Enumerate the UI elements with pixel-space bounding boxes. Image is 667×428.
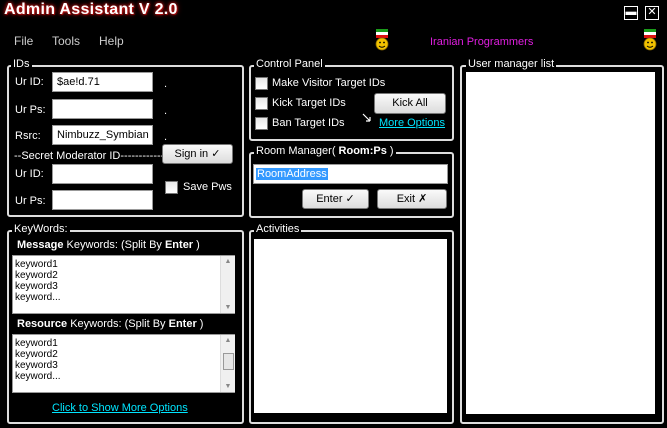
scroll-up-icon[interactable]: ▲ <box>222 258 234 265</box>
message-keyword-line: keyword2 <box>15 270 58 281</box>
dot-1: . <box>164 78 168 90</box>
message-bold: Message <box>17 239 64 251</box>
menu-help[interactable]: Help <box>99 34 124 48</box>
room-manager-bold: Room:Ps <box>338 145 387 157</box>
kick-target-checkbox[interactable] <box>255 97 268 110</box>
message-keywords-heading: Message Keywords: (Split By Enter ) <box>17 239 200 251</box>
message-rest: Keywords: (Split By <box>63 239 165 251</box>
enter-button[interactable]: Enter ✓ <box>302 189 369 209</box>
room-address-text: RoomAddress <box>256 168 328 180</box>
minimize-icon: ▬ <box>625 6 637 18</box>
menu-file[interactable]: File <box>14 34 33 48</box>
scroll-up-icon[interactable]: ▲ <box>222 337 234 344</box>
activities-log[interactable] <box>254 239 447 413</box>
rsrc-label: Rsrc: <box>15 130 41 142</box>
credit-text: Iranian Programmers <box>430 36 534 48</box>
resource-scrollbar[interactable]: ▲ ▼ <box>220 335 235 392</box>
mod-id-input[interactable] <box>52 164 153 184</box>
resource-bold: Resource <box>17 318 68 330</box>
room-address-input[interactable]: RoomAddress <box>253 164 448 184</box>
ur-ps-label: Ur Ps: <box>15 104 46 116</box>
ur-ps-input[interactable] <box>52 99 153 119</box>
ids-group-label: IDs <box>11 58 32 70</box>
resource-keywords-textarea[interactable]: keyword1 keyword2 keyword3 keyword... <box>12 334 235 393</box>
message-keyword-line: keyword1 <box>15 259 58 270</box>
message-keyword-line: keyword3 <box>15 281 58 292</box>
dot-3: . <box>164 131 168 143</box>
persian-flag-face-icon <box>375 29 389 51</box>
close-icon: ✕ <box>647 6 657 18</box>
save-pws-label: Save Pws <box>183 181 232 193</box>
resource-keyword-line: keyword2 <box>15 349 58 360</box>
sign-in-button[interactable]: Sign in ✓ <box>162 144 233 164</box>
more-options-link[interactable]: More Options <box>379 117 445 129</box>
window-title: Admin Assistant V 2.0 <box>4 1 178 18</box>
resource-keyword-line: keyword3 <box>15 360 58 371</box>
room-manager-label: Room Manager( Room:Ps ) <box>254 145 396 157</box>
resource-input[interactable]: Nimbuzz_Symbian <box>52 125 153 145</box>
close-button[interactable]: ✕ <box>645 6 659 20</box>
message-keywords-textarea[interactable]: keyword1 keyword2 keyword3 keyword... <box>12 255 235 314</box>
persian-flag-face-icon <box>643 29 657 51</box>
ban-target-label: Ban Target IDs <box>272 117 345 129</box>
scroll-down-icon[interactable]: ▼ <box>222 304 234 311</box>
make-visitor-checkbox[interactable] <box>255 77 268 90</box>
resource-keyword-line: keyword1 <box>15 338 58 349</box>
message-keyword-line: keyword... <box>15 292 61 303</box>
activities-label: Activities <box>254 223 302 235</box>
show-more-options-link[interactable]: Click to Show More Options <box>52 402 188 414</box>
save-pws-checkbox[interactable] <box>165 181 178 194</box>
message-enter-bold: Enter <box>164 239 194 251</box>
ur-id-label: Ur ID: <box>15 76 44 88</box>
ur-id-input[interactable]: $ae!d.71 <box>52 72 153 92</box>
room-manager-suffix: ) <box>386 145 394 157</box>
secret-moderator-label: --Secret Moderator ID------------ <box>14 150 165 162</box>
mod-ps-label: Ur Ps: <box>15 195 46 207</box>
room-manager-prefix: Room Manager( <box>256 145 339 157</box>
keywords-label: KeyWords: <box>12 223 70 235</box>
resource-keyword-line: keyword... <box>15 371 61 382</box>
exit-button[interactable]: Exit ✗ <box>377 189 447 209</box>
resource-rest: Keywords: (Split By <box>67 318 169 330</box>
ban-target-checkbox[interactable] <box>255 117 268 130</box>
mod-id-label: Ur ID: <box>15 168 44 180</box>
menu-tools[interactable]: Tools <box>52 34 80 48</box>
control-panel-label: Control Panel <box>254 58 325 70</box>
kick-target-label: Kick Target IDs <box>272 97 346 109</box>
resource-close-paren: ) <box>196 318 204 330</box>
user-manager-label: User manager list <box>466 58 557 70</box>
cursor-arrow-icon <box>362 113 371 122</box>
message-scrollbar[interactable]: ▲ ▼ <box>220 256 235 313</box>
resource-keywords-heading: Resource Keywords: (Split By Enter ) <box>17 318 203 330</box>
mod-ps-input[interactable] <box>52 190 153 210</box>
scroll-down-icon[interactable]: ▼ <box>222 383 234 390</box>
make-visitor-label: Make Visitor Target IDs <box>272 77 386 89</box>
scroll-thumb[interactable] <box>223 353 234 370</box>
minimize-button[interactable]: ▬ <box>624 6 638 20</box>
user-manager-list[interactable] <box>466 72 655 414</box>
kick-all-button[interactable]: Kick All <box>374 93 446 114</box>
resource-enter-bold: Enter <box>168 318 197 330</box>
message-close-paren: ) <box>193 239 200 251</box>
dot-2: . <box>164 105 168 117</box>
